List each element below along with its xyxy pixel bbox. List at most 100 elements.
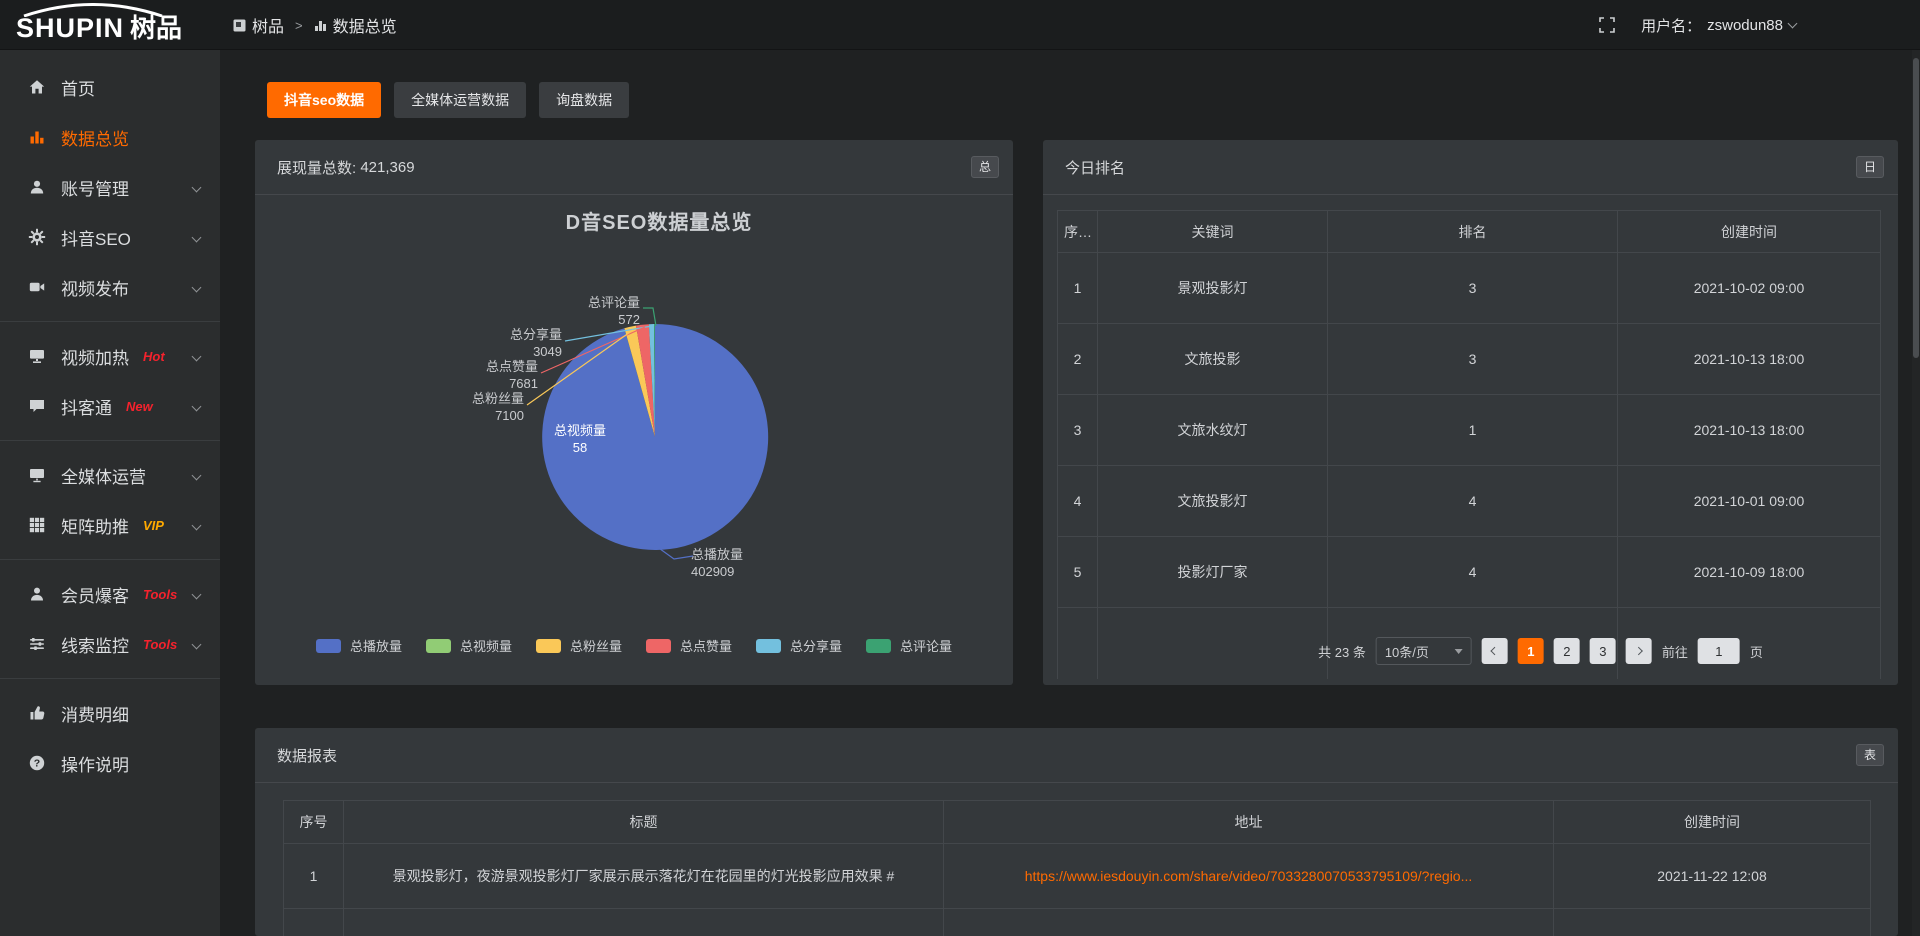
table-row: 5投影灯厂家42021-10-09 18:00 xyxy=(1058,537,1881,608)
chevron-down-icon xyxy=(1788,19,1798,29)
brand-logo[interactable]: SHUPIN 树品 xyxy=(16,5,182,45)
stub-cell xyxy=(1554,909,1871,936)
tab-抖音seo数据[interactable]: 抖音seo数据 xyxy=(267,82,381,118)
sidebar-item-抖客通[interactable]: 抖客通New xyxy=(0,381,220,431)
sidebar-item-全媒体运营[interactable]: 全媒体运营 xyxy=(0,450,220,500)
chevron-down-icon xyxy=(192,639,202,649)
label-line-总评论量 xyxy=(643,308,656,326)
next-page-button[interactable] xyxy=(1626,638,1652,664)
created-cell: 2021-10-01 09:00 xyxy=(1618,466,1881,537)
user-menu[interactable]: 用户名： zswodun88 xyxy=(1641,15,1796,36)
topbar-right: 用户名： zswodun88 xyxy=(1599,0,1796,50)
page-size-value: 10条/页 xyxy=(1385,642,1429,661)
window-icon xyxy=(233,19,246,32)
page-button-1[interactable]: 1 xyxy=(1518,638,1544,664)
rank-panel-header: 今日排名 日 xyxy=(1043,140,1898,195)
sidebar-item-label: 消费明细 xyxy=(61,701,129,726)
sidebar-item-数据总览[interactable]: 数据总览 xyxy=(0,112,220,162)
table-toggle-button[interactable]: 表 xyxy=(1856,744,1884,766)
sidebar-item-label: 抖音SEO xyxy=(61,225,131,250)
breadcrumb-root[interactable]: 树品 xyxy=(233,13,284,37)
scrollbar-thumb[interactable] xyxy=(1913,58,1919,358)
pie-label-value: 572 xyxy=(568,311,640,328)
column-header: 序号 xyxy=(1058,211,1098,253)
legend-swatch xyxy=(316,639,341,653)
column-header: 创建时间 xyxy=(1554,801,1871,844)
sidebar-item-消费明细[interactable]: 消费明细 xyxy=(0,688,220,738)
svg-text:?: ? xyxy=(34,758,40,770)
sidebar-item-抖音SEO[interactable]: 抖音SEO xyxy=(0,212,220,262)
legend-item-总评论量[interactable]: 总评论量 xyxy=(866,636,952,655)
legend-item-总点赞量[interactable]: 总点赞量 xyxy=(646,636,732,655)
column-header: 排名 xyxy=(1328,211,1618,253)
rank-cell: 3 xyxy=(1328,253,1618,324)
table-row: 4文旅投影灯42021-10-01 09:00 xyxy=(1058,466,1881,537)
pie-label-总分享量: 总分享量3049 xyxy=(480,326,562,360)
report-url-link[interactable]: https://www.iesdouyin.com/share/video/70… xyxy=(944,844,1554,909)
page-size-select[interactable]: 10条/页 xyxy=(1376,637,1472,665)
legend-item-总视频量[interactable]: 总视频量 xyxy=(426,636,512,655)
table-row: 3文旅水纹灯12021-10-13 18:00 xyxy=(1058,395,1881,466)
sidebar-item-badge: VIP xyxy=(143,518,164,533)
sidebar-item-首页[interactable]: 首页 xyxy=(0,62,220,112)
chevron-down-icon xyxy=(192,401,202,411)
gear-icon xyxy=(28,228,46,246)
table-header-row: 序号标题地址创建时间 xyxy=(284,801,1871,844)
legend-label: 总视频量 xyxy=(460,636,512,655)
breadcrumb: 树品 > 数据总览 xyxy=(233,0,397,50)
prev-page-button[interactable] xyxy=(1482,638,1508,664)
table-row: 1景观投影灯32021-10-02 09:00 xyxy=(1058,253,1881,324)
sidebar-item-label: 会员爆客 xyxy=(61,582,129,607)
report-no-cell: 1 xyxy=(284,844,344,909)
pie-label-value: 7100 xyxy=(440,407,524,424)
sidebar-item-视频加热[interactable]: 视频加热Hot xyxy=(0,331,220,381)
sidebar-item-线索监控[interactable]: 线索监控Tools xyxy=(0,619,220,669)
page-button-3[interactable]: 3 xyxy=(1590,638,1616,664)
pie-label-总播放量: 总播放量402909 xyxy=(691,546,783,580)
tab-全媒体运营数据[interactable]: 全媒体运营数据 xyxy=(394,82,526,118)
rank-cell: 4 xyxy=(1328,537,1618,608)
report-title-cell: 景观投影灯，夜游景观投影灯厂家展示展示落花灯在花园里的灯光投影应用效果 # xyxy=(344,844,944,909)
column-header: 关键词 xyxy=(1098,211,1328,253)
home-icon xyxy=(28,78,46,96)
pie-label-name: 总点赞量 xyxy=(454,358,538,375)
keyword-cell: 文旅投影灯 xyxy=(1098,466,1328,537)
stub-cell xyxy=(284,909,344,936)
pie-label-value: 58 xyxy=(540,439,620,456)
chevron-down-icon xyxy=(192,470,202,480)
page-scrollbar[interactable] xyxy=(1912,50,1920,936)
legend-label: 总分享量 xyxy=(790,636,842,655)
legend-item-总粉丝量[interactable]: 总粉丝量 xyxy=(536,636,622,655)
page-button-2[interactable]: 2 xyxy=(1554,638,1580,664)
sidebar-item-操作说明[interactable]: ? 操作说明 xyxy=(0,738,220,788)
chevron-down-icon xyxy=(192,282,202,292)
chevron-down-icon xyxy=(192,351,202,361)
pagination: 共 23 条10条/页123前往页 xyxy=(1318,637,1763,665)
legend-item-总播放量[interactable]: 总播放量 xyxy=(316,636,402,655)
video-icon xyxy=(28,278,46,296)
sidebar-item-视频发布[interactable]: 视频发布 xyxy=(0,262,220,312)
sidebar-divider xyxy=(0,440,220,441)
legend-swatch xyxy=(866,639,891,653)
pie-label-name: 总粉丝量 xyxy=(440,390,524,407)
sidebar-item-账号管理[interactable]: 账号管理 xyxy=(0,162,220,212)
overview-panel: 展现量总数: 421,369 总 D音SEO数据量总览 总播放量总视频量总粉丝量… xyxy=(255,140,1013,685)
pie-label-name: 总播放量 xyxy=(691,546,783,563)
fullscreen-icon[interactable] xyxy=(1599,17,1615,33)
breadcrumb-current[interactable]: 数据总览 xyxy=(314,13,397,37)
report-table: 序号标题地址创建时间1景观投影灯，夜游景观投影灯厂家展示展示落花灯在花园里的灯光… xyxy=(283,800,1871,936)
legend-item-总分享量[interactable]: 总分享量 xyxy=(756,636,842,655)
day-toggle-button[interactable]: 日 xyxy=(1856,156,1884,178)
sidebar-item-label: 视频发布 xyxy=(61,275,129,300)
sidebar-item-矩阵助推[interactable]: 矩阵助推VIP xyxy=(0,500,220,550)
sidebar-item-会员爆客[interactable]: 会员爆客Tools xyxy=(0,569,220,619)
username-value: zswodun88 xyxy=(1707,17,1783,34)
goto-page-input[interactable] xyxy=(1698,638,1740,664)
sidebar-item-label: 操作说明 xyxy=(61,751,129,776)
logo-arc xyxy=(18,3,168,17)
tab-询盘数据[interactable]: 询盘数据 xyxy=(539,82,629,118)
stub-cell xyxy=(1058,608,1098,679)
user-icon xyxy=(28,178,46,196)
username-label: 用户名： xyxy=(1641,15,1701,36)
table-row: 1景观投影灯，夜游景观投影灯厂家展示展示落花灯在花园里的灯光投影应用效果 #ht… xyxy=(284,844,1871,909)
